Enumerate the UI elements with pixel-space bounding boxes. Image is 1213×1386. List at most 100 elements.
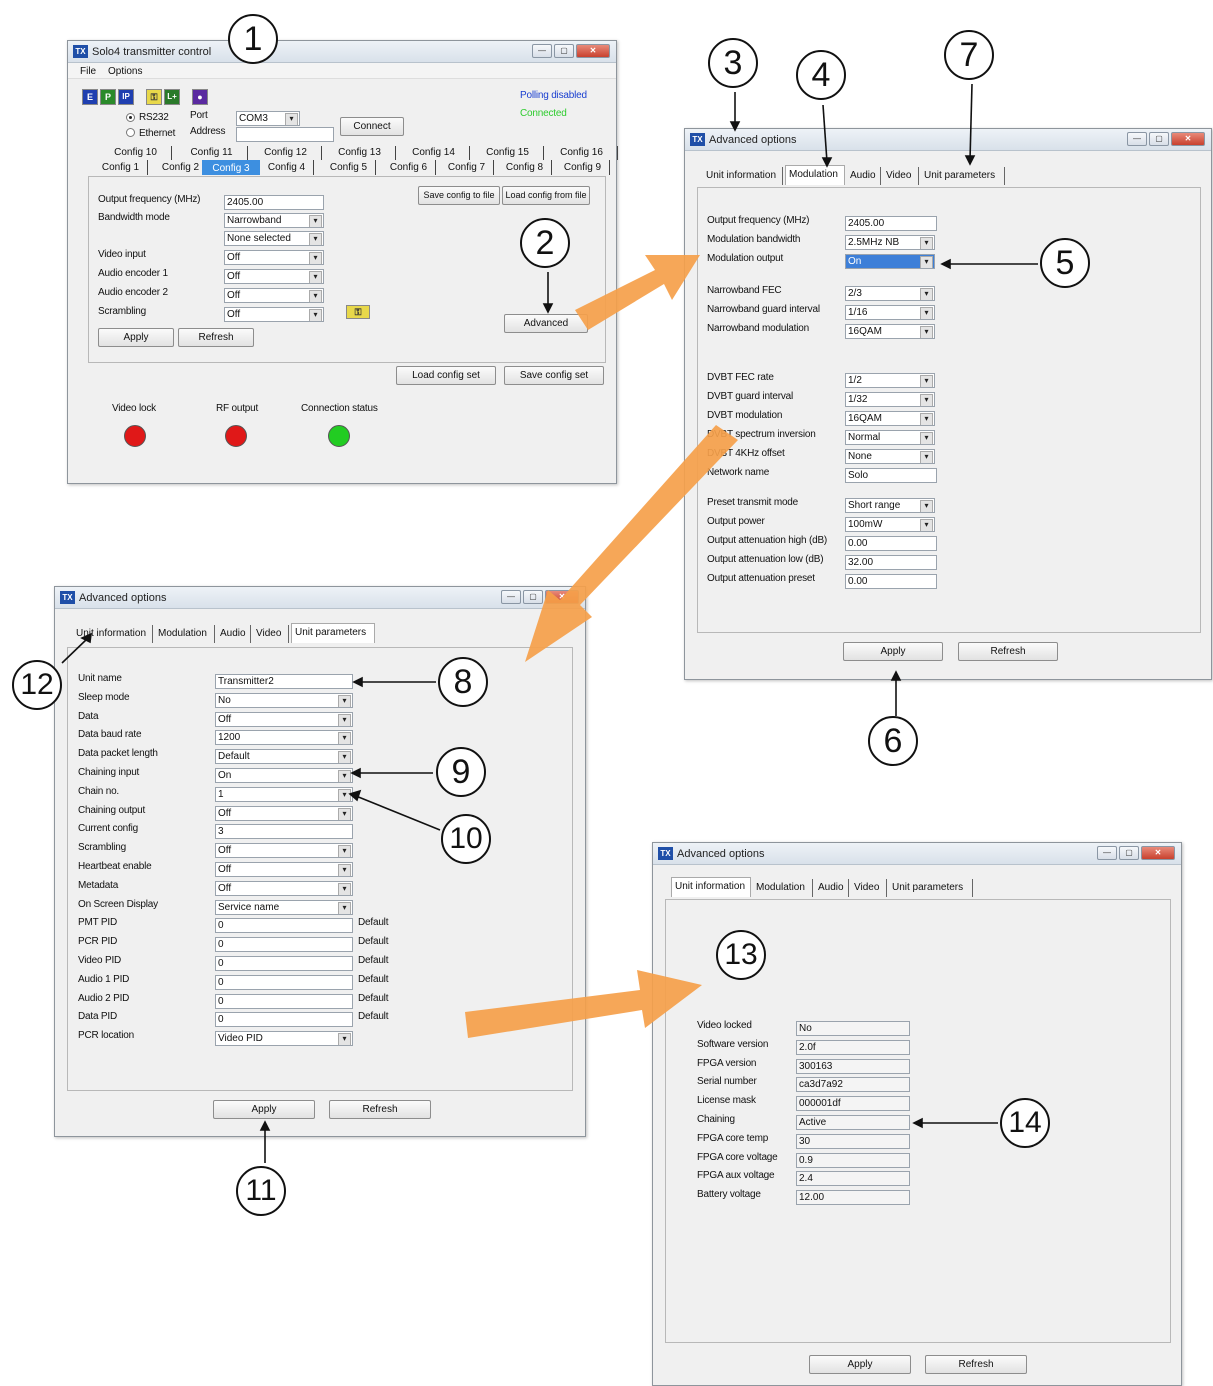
apply-button[interactable]: Apply: [809, 1355, 911, 1374]
dvbt-modulation-field[interactable]: 16QAM: [845, 411, 935, 426]
video-input-field[interactable]: Off: [224, 250, 324, 265]
tab-config-7[interactable]: Config 7: [440, 160, 494, 175]
minimize-icon[interactable]: —: [501, 590, 521, 604]
audio-encoder-1-field[interactable]: Off: [224, 269, 324, 284]
tab-audio[interactable]: Audio: [217, 625, 251, 643]
p-icon[interactable]: P: [100, 89, 116, 105]
tab-config-15[interactable]: Config 15: [472, 146, 544, 160]
close-icon[interactable]: ✕: [1141, 846, 1175, 860]
tab-config-11[interactable]: Config 11: [176, 146, 248, 160]
address-input[interactable]: [236, 127, 334, 142]
minimize-icon[interactable]: —: [1127, 132, 1147, 146]
chain-no-field[interactable]: 1: [215, 786, 353, 802]
ip-icon[interactable]: IP: [118, 89, 134, 105]
bandwidth-mode-field[interactable]: Narrowband: [224, 213, 324, 228]
tab-config-16[interactable]: Config 16: [546, 146, 618, 160]
refresh-button[interactable]: Refresh: [178, 328, 254, 347]
tab-unit-parameters[interactable]: Unit parameters: [921, 167, 1005, 185]
scrambling-field[interactable]: Off: [224, 307, 324, 322]
chaining-input-field[interactable]: On: [215, 768, 353, 783]
tab-modulation[interactable]: Modulation: [753, 879, 813, 897]
tab-config-13[interactable]: Config 13: [324, 146, 396, 160]
dvbt-4khz-offset-field[interactable]: None: [845, 449, 935, 464]
current-config-field[interactable]: 3: [215, 824, 353, 840]
tab-unit-parameters[interactable]: Unit parameters: [889, 879, 973, 897]
data-field[interactable]: Off: [215, 711, 353, 727]
rs232-radio[interactable]: [126, 113, 135, 122]
network-name-field[interactable]: Solo: [845, 468, 937, 483]
tab-config-10[interactable]: Config 10: [100, 146, 172, 160]
title-bar[interactable]: TX Advanced options — ▢ ✕: [653, 843, 1181, 865]
modulation-bandwidth-field[interactable]: 2.5MHz NB: [845, 235, 935, 250]
bandwidth-sub-field[interactable]: None selected: [224, 231, 324, 246]
menu-options[interactable]: Options: [108, 66, 142, 77]
audio-2-pid-field[interactable]: 0: [215, 993, 353, 1009]
sleep-mode-field[interactable]: No: [215, 692, 353, 708]
maximize-icon[interactable]: ▢: [1119, 846, 1139, 860]
tab-video[interactable]: Video: [883, 167, 919, 185]
tab-unit-information[interactable]: Unit information: [703, 167, 783, 185]
menu-file[interactable]: File: [80, 66, 96, 77]
on-screen-display-field[interactable]: Service name: [215, 899, 353, 915]
tab-config-5[interactable]: Config 5: [322, 160, 376, 175]
preset-transmit-mode-field[interactable]: Short range: [845, 498, 935, 513]
pmt-pid-field[interactable]: 0: [215, 918, 353, 934]
audio-encoder-2-field[interactable]: Off: [224, 288, 324, 303]
tab-config-1[interactable]: Config 1: [94, 160, 148, 175]
tab-config-9[interactable]: Config 9: [556, 160, 610, 175]
dvbt-spectrum-inversion-field[interactable]: Normal: [845, 430, 935, 445]
output-attenuation-high-db-field[interactable]: 0.00: [845, 536, 937, 551]
maximize-icon[interactable]: ▢: [1149, 132, 1169, 146]
tab-modulation[interactable]: Modulation: [785, 165, 845, 185]
output-attenuation-preset-field[interactable]: 0.00: [845, 574, 937, 589]
output-power-field[interactable]: 100mW: [845, 517, 935, 532]
tab-config-4[interactable]: Config 4: [260, 160, 314, 175]
title-bar[interactable]: TX Advanced options — ▢ ✕: [55, 587, 585, 609]
narrowband-guard-interval-field[interactable]: 1/16: [845, 305, 935, 320]
apply-button[interactable]: Apply: [213, 1100, 315, 1119]
tab-config-14[interactable]: Config 14: [398, 146, 470, 160]
narrowband-modulation-field[interactable]: 16QAM: [845, 324, 935, 339]
minimize-icon[interactable]: —: [532, 44, 552, 58]
circle-icon[interactable]: ●: [192, 89, 208, 105]
load-config-set-button[interactable]: Load config set: [396, 366, 496, 385]
refresh-button[interactable]: Refresh: [925, 1355, 1027, 1374]
tab-config-2[interactable]: Config 2: [154, 160, 208, 175]
tab-config-8[interactable]: Config 8: [498, 160, 552, 175]
minimize-icon[interactable]: —: [1097, 846, 1117, 860]
close-icon[interactable]: ✕: [576, 44, 610, 58]
port-select[interactable]: COM3: [236, 111, 300, 126]
load-config-file-button[interactable]: Load config from file: [502, 186, 590, 205]
heartbeat-enable-field[interactable]: Off: [215, 862, 353, 877]
maximize-icon[interactable]: ▢: [523, 590, 543, 604]
tab-unit-information[interactable]: Unit information: [671, 877, 751, 897]
tab-unit-parameters[interactable]: Unit parameters: [291, 623, 375, 643]
refresh-button[interactable]: Refresh: [329, 1100, 431, 1119]
metadata-field[interactable]: Off: [215, 880, 353, 896]
ethernet-radio[interactable]: [126, 128, 135, 137]
data-baud-rate-field[interactable]: 1200: [215, 730, 353, 746]
unit-name-field[interactable]: Transmitter2: [215, 674, 353, 689]
output-frequency-mhz-field[interactable]: 2405.00: [845, 216, 937, 231]
tab-video[interactable]: Video: [851, 879, 887, 897]
narrowband-fec-field[interactable]: 2/3: [845, 286, 935, 301]
title-bar[interactable]: TX Advanced options — ▢ ✕: [685, 129, 1211, 151]
tab-unit-information[interactable]: Unit information: [73, 625, 153, 643]
key-icon[interactable]: ⚿: [146, 89, 162, 105]
apply-button[interactable]: Apply: [98, 328, 174, 347]
refresh-button[interactable]: Refresh: [958, 642, 1058, 661]
data-pid-field[interactable]: 0: [215, 1012, 353, 1028]
apply-button[interactable]: Apply: [843, 642, 943, 661]
tab-audio[interactable]: Audio: [815, 879, 849, 897]
modulation-output-field[interactable]: On: [845, 254, 935, 269]
title-bar[interactable]: TX Solo4 transmitter control — ▢ ✕: [68, 41, 616, 63]
save-config-set-button[interactable]: Save config set: [504, 366, 604, 385]
output-attenuation-low-db-field[interactable]: 32.00: [845, 555, 937, 570]
close-icon[interactable]: ✕: [1171, 132, 1205, 146]
load-plus-icon[interactable]: L+: [164, 89, 180, 105]
close-icon[interactable]: ✕: [545, 590, 579, 604]
advanced-button[interactable]: Advanced: [504, 314, 588, 333]
output-frequency-mhz-field[interactable]: 2405.00: [224, 195, 324, 210]
dvbt-guard-interval-field[interactable]: 1/32: [845, 392, 935, 407]
pcr-location-field[interactable]: Video PID: [215, 1031, 353, 1047]
